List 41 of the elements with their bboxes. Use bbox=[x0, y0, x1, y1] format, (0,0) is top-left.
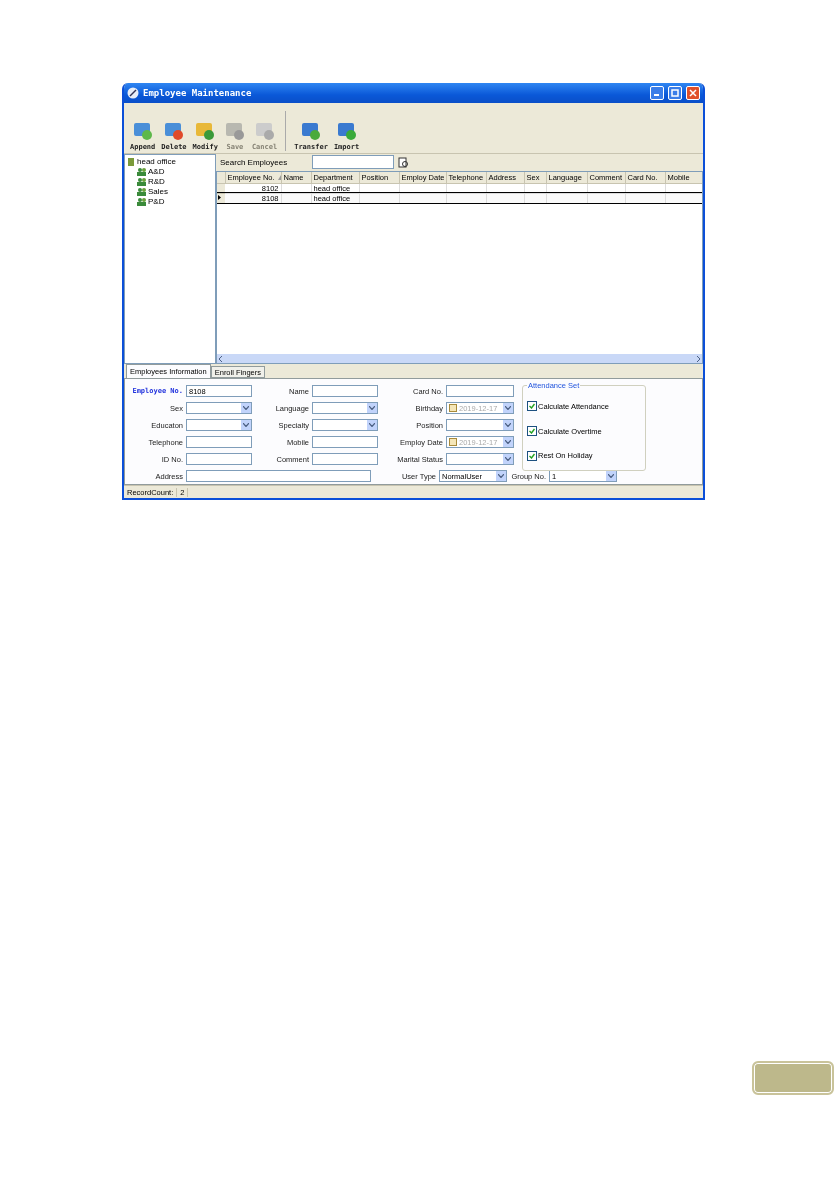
checkbox[interactable] bbox=[527, 426, 537, 437]
checkbox-icon bbox=[449, 404, 457, 413]
dropdown-field[interactable] bbox=[186, 402, 252, 415]
people-icon bbox=[137, 197, 146, 206]
scroll-left-icon[interactable] bbox=[217, 354, 225, 363]
minimize-button[interactable] bbox=[650, 85, 664, 100]
text-field[interactable] bbox=[312, 385, 378, 398]
horizontal-scrollbar[interactable] bbox=[217, 354, 702, 364]
dropdown-field[interactable] bbox=[446, 419, 514, 432]
text-field[interactable] bbox=[312, 453, 378, 466]
dropdown-field[interactable] bbox=[312, 402, 378, 415]
tree-item[interactable]: head office bbox=[137, 157, 176, 167]
checkbox-icon bbox=[449, 438, 457, 447]
text-field[interactable] bbox=[186, 453, 252, 466]
window-title: Employee Maintenance bbox=[143, 87, 253, 98]
text-field[interactable] bbox=[446, 385, 514, 398]
people-icon bbox=[137, 187, 146, 196]
tree-item[interactable]: R&D bbox=[148, 177, 165, 187]
tree-item[interactable]: A&D bbox=[148, 167, 165, 177]
dropdown-field[interactable] bbox=[446, 453, 514, 466]
checkbox[interactable] bbox=[527, 401, 537, 412]
text-field[interactable] bbox=[186, 436, 252, 449]
checkbox[interactable] bbox=[527, 450, 537, 461]
building-icon bbox=[127, 157, 135, 167]
app-icon bbox=[127, 86, 139, 99]
dropdown-field[interactable] bbox=[312, 419, 378, 432]
close-button[interactable] bbox=[686, 85, 700, 100]
maximize-button[interactable] bbox=[668, 85, 682, 100]
scroll-right-icon[interactable] bbox=[694, 354, 702, 363]
dropdown-field[interactable] bbox=[186, 419, 252, 432]
search-icon[interactable] bbox=[398, 156, 409, 168]
maximize-icon bbox=[671, 88, 679, 97]
text-field[interactable] bbox=[186, 470, 371, 483]
people-icon bbox=[137, 177, 146, 186]
search-field[interactable] bbox=[312, 155, 394, 170]
tree-item[interactable]: Sales bbox=[148, 187, 168, 197]
text-field[interactable] bbox=[312, 436, 378, 449]
search-label: Search Employees bbox=[220, 157, 289, 167]
close-icon bbox=[689, 88, 697, 97]
people-icon bbox=[137, 167, 146, 176]
tree-item[interactable]: P&D bbox=[148, 197, 165, 207]
